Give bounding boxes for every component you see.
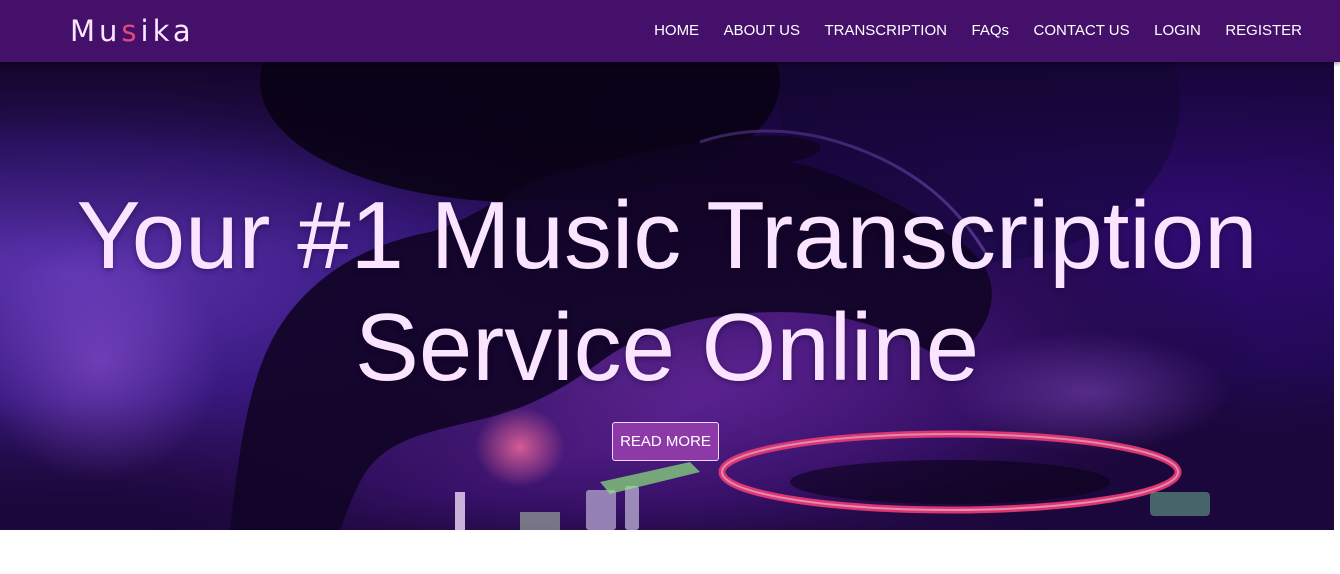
nav-link-about-us[interactable]: ABOUT US	[724, 21, 800, 41]
nav-link-faqs[interactable]: FAQs	[971, 21, 1009, 41]
nav-link-contact-us[interactable]: CONTACT US	[1034, 21, 1130, 41]
page-edge	[1334, 62, 1340, 530]
hero-title: Your #1 Music Transcription Service Onli…	[0, 180, 1334, 404]
top-navbar: Musika HOME ABOUT US TRANSCRIPTION FAQs …	[0, 0, 1340, 62]
hero-title-line-1: Your #1 Music Transcription	[76, 182, 1258, 289]
nav-link-login[interactable]: LOGIN	[1154, 21, 1201, 41]
nav-link-register[interactable]: REGISTER	[1225, 21, 1302, 41]
nav-link-home[interactable]: HOME	[654, 21, 699, 41]
hero-section: Your #1 Music Transcription Service Onli…	[0, 62, 1334, 530]
brand-logo[interactable]: Musika	[70, 13, 195, 49]
brand-logo-prefix: Mu	[70, 14, 122, 48]
brand-logo-suffix: ika	[140, 14, 195, 48]
main-nav: HOME ABOUT US TRANSCRIPTION FAQs CONTACT…	[630, 0, 1302, 62]
nav-link-transcription[interactable]: TRANSCRIPTION	[824, 21, 947, 41]
read-more-button[interactable]: READ MORE	[612, 422, 719, 461]
hero-title-line-2: Service Online	[354, 294, 980, 401]
brand-logo-accent: s	[121, 14, 141, 48]
